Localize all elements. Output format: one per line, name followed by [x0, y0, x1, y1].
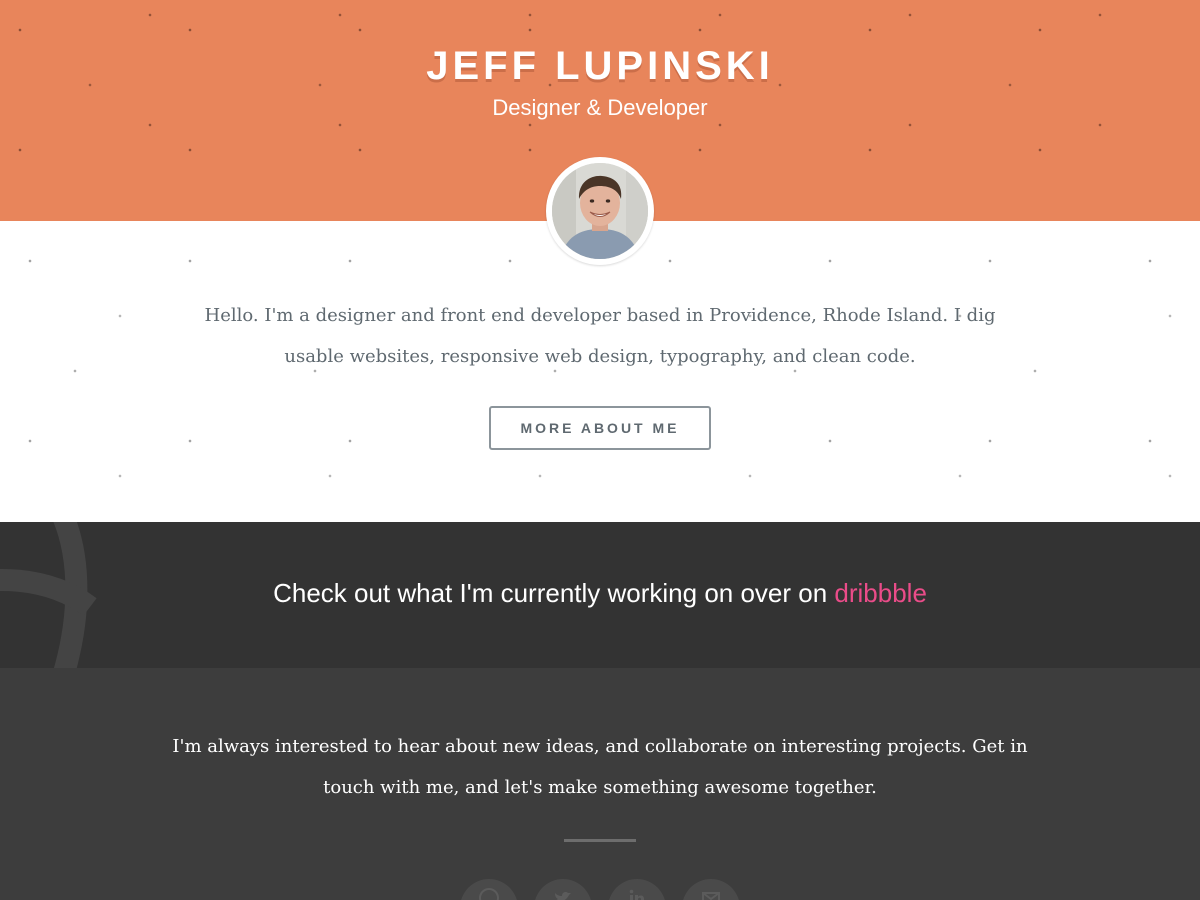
- intro-section: Hello. I'm a designer and front end deve…: [0, 221, 1200, 522]
- dribbble-link[interactable]: dribbble: [834, 578, 927, 608]
- linkedin-icon: [629, 889, 644, 900]
- avatar: [546, 157, 654, 265]
- social-dribbble-button[interactable]: [460, 879, 518, 900]
- social-twitter-button[interactable]: [534, 879, 592, 900]
- intro-text: Hello. I'm a designer and front end deve…: [204, 305, 996, 367]
- social-links: [460, 879, 750, 900]
- social-email-button[interactable]: [682, 879, 740, 900]
- more-about-me-button[interactable]: MORE ABOUT ME: [489, 406, 711, 450]
- profile-photo-icon: [552, 163, 648, 259]
- divider: [564, 839, 636, 842]
- twitter-icon: [555, 892, 571, 900]
- social-linkedin-button[interactable]: [608, 879, 666, 900]
- dribbble-band: Check out what I'm currently working on …: [0, 522, 1200, 668]
- dribbble-callout: Check out what I'm currently working on …: [0, 578, 1200, 609]
- dribbble-icon: [479, 888, 499, 900]
- contact-section: I'm always interested to hear about new …: [0, 668, 1200, 900]
- dribbble-callout-text: Check out what I'm currently working on …: [273, 578, 835, 608]
- site-subtitle: Designer & Developer: [492, 95, 708, 120]
- site-title: JEFF LUPINSKI: [426, 44, 774, 88]
- contact-text: I'm always interested to hear about new …: [172, 736, 1028, 798]
- email-icon: [702, 892, 720, 900]
